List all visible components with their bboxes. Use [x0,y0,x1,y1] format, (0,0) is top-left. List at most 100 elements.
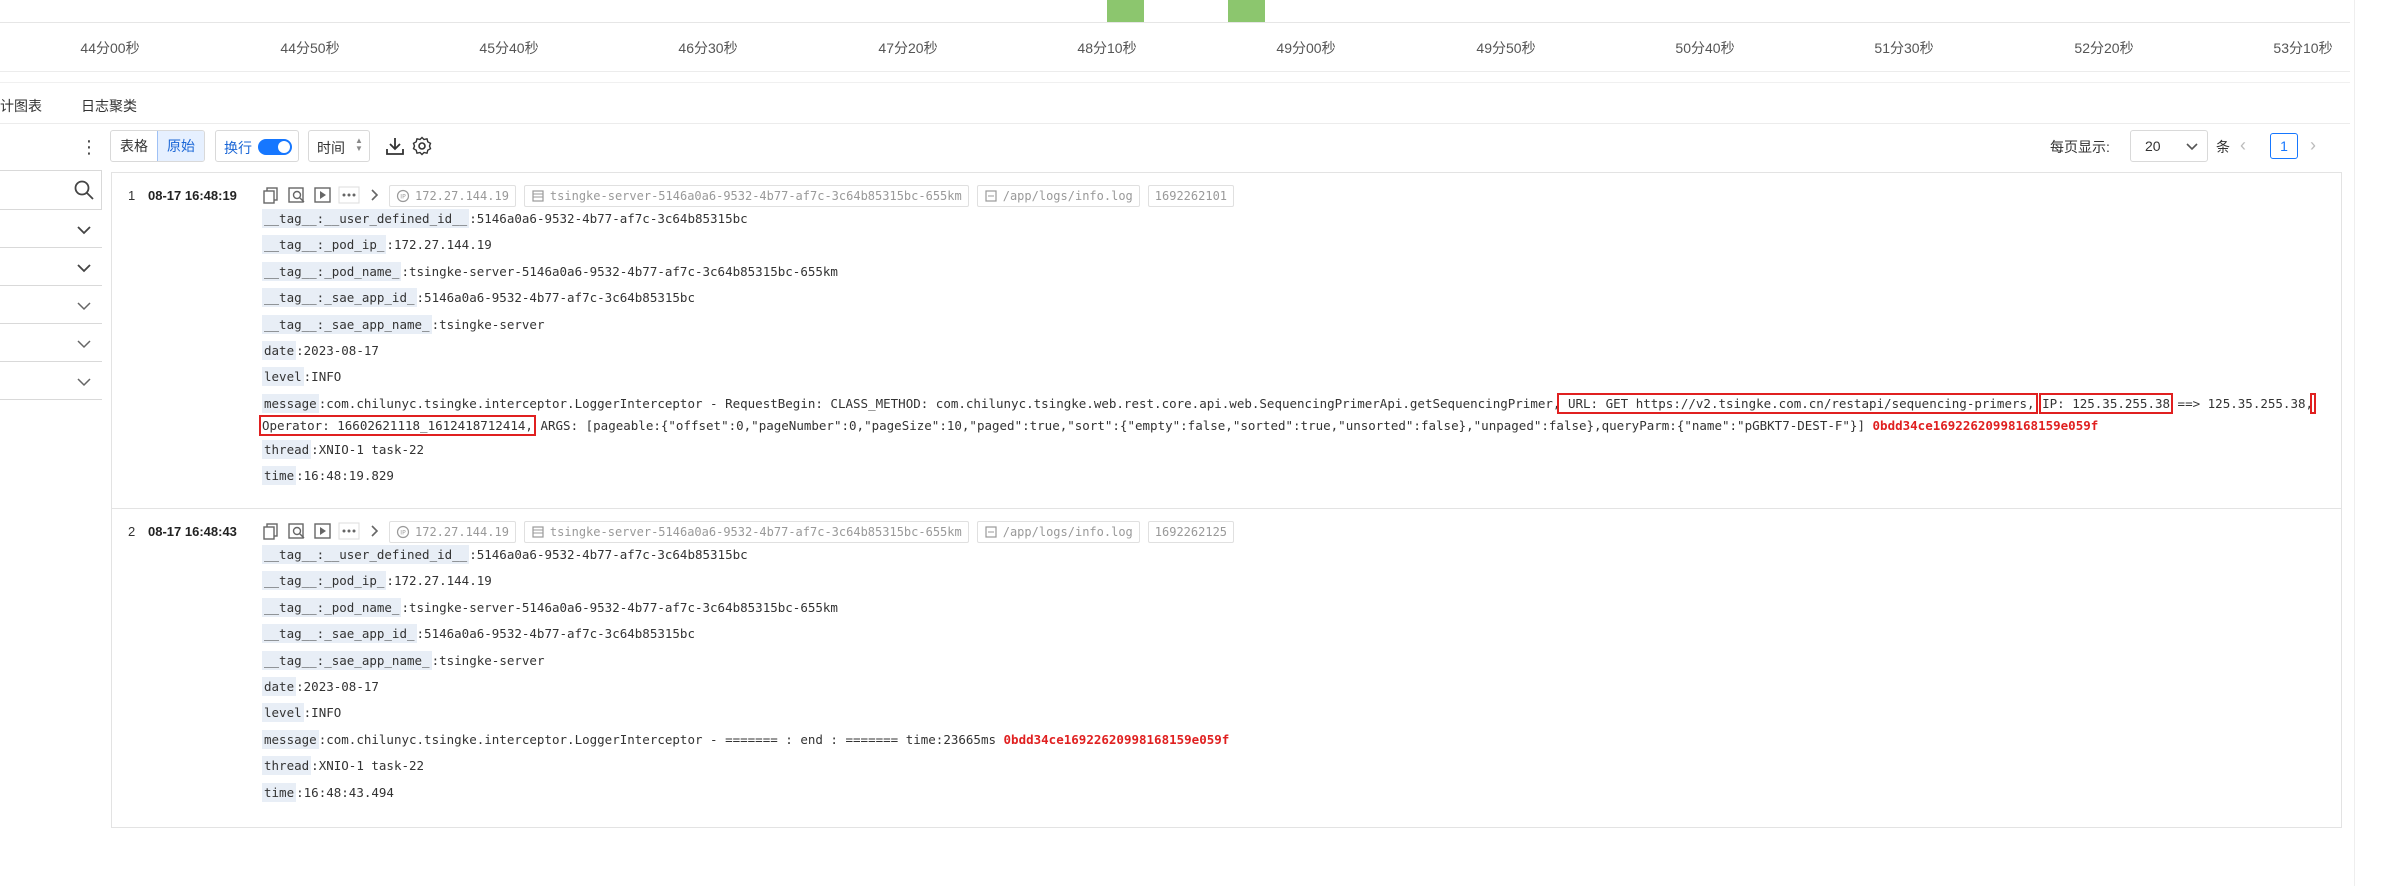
copy-icon[interactable] [260,521,282,541]
highlight-ip[interactable]: IP: 125.35.255.38 [2039,392,2174,414]
field-value[interactable]: 5146a0a6-9532-4b77-af7c-3c64b85315bc [477,211,748,226]
gear-icon[interactable] [411,135,433,157]
expand-icon[interactable] [364,185,386,205]
field-value[interactable]: tsingke-server-5146a0a6-9532-4b77-af7c-3… [409,600,838,615]
field-key[interactable]: level [262,703,304,723]
field-key[interactable]: __tag__:_pod_ip_ [262,235,387,255]
field-value[interactable]: tsingke-server-5146a0a6-9532-4b77-af7c-3… [409,264,838,279]
histogram-bar[interactable] [1107,0,1144,22]
pod-name-chip[interactable]: tsingke-server-5146a0a6-9532-4b77-af7c-3… [523,185,969,207]
view-table-button[interactable]: 表格 [111,131,157,161]
more-horizontal-icon[interactable] [338,521,360,541]
message-field: message:com.chilunyc.tsingke.interceptor… [262,729,1230,749]
field-value[interactable]: INFO [311,705,341,720]
field-key[interactable]: time [262,782,297,802]
highlight-operator[interactable]: Operator: 16602621118_1612418712414, [261,416,534,434]
prev-page-icon[interactable]: ‹ [2240,136,2258,156]
field-value[interactable]: XNIO-1 task-22 [319,758,424,773]
field-row: __tag__:_sae_app_id_:5146a0a6-9532-4b77-… [262,288,695,308]
download-icon[interactable] [384,135,406,157]
next-page-icon[interactable]: › [2310,136,2328,156]
tab-log-cluster[interactable]: 日志聚类 [81,96,137,116]
source-ip-chip[interactable]: IP 172.27.144.19 [389,185,516,207]
play-icon[interactable] [312,521,334,541]
field-value[interactable]: tsingke-server [439,317,544,332]
field-key[interactable]: __tag__:_pod_name_ [262,597,402,617]
field-dropdown[interactable] [0,214,102,248]
field-value[interactable]: 172.27.144.19 [394,573,492,588]
view-raw-button[interactable]: 原始 [157,131,204,161]
chevron-down-icon [2186,143,2198,151]
wrap-toggle[interactable]: 换行 [215,130,299,162]
per-page-select[interactable]: 20 [2130,130,2208,162]
trace-id[interactable]: 0bdd34ce16922620998168159e059f [1004,732,1230,747]
chevron-down-icon [77,264,91,273]
source-ip-chip[interactable]: IP 172.27.144.19 [389,521,516,543]
page-scrollbar[interactable] [2354,0,2390,886]
wrap-switch[interactable] [258,139,292,155]
message-text[interactable]: ==> 125.35.255.38, [2170,396,2313,411]
field-dropdown[interactable] [0,328,102,362]
field-key[interactable]: __tag__:_pod_ip_ [262,571,387,591]
field-key[interactable]: __tag__:_sae_app_id_ [262,288,417,308]
more-horizontal-icon[interactable] [338,185,360,205]
message-text[interactable]: ARGS: [pageable:{"offset":0,"pageNumber"… [533,418,1873,433]
field-value[interactable]: 2023-08-17 [304,679,379,694]
field-key[interactable]: level [262,367,304,387]
trace-id[interactable]: 0bdd34ce16922620998168159e059f [1873,418,2099,433]
field-key[interactable]: thread [262,439,312,459]
field-value[interactable]: 5146a0a6-9532-4b77-af7c-3c64b85315bc [424,626,695,641]
histogram-bar[interactable] [1228,0,1265,22]
log-timestamp: 08-17 16:48:19 [148,188,237,203]
highlight-url[interactable]: URL: GET https://v2.tsingke.com.cn/resta… [1557,392,2038,414]
field-key[interactable]: date [262,340,297,360]
log-path-chip[interactable]: /app/logs/info.log [976,521,1140,543]
field-dropdown[interactable] [0,290,102,324]
field-value[interactable]: INFO [311,369,341,384]
field-key[interactable]: message [262,729,319,749]
svg-text:IP: IP [400,530,406,537]
server-icon [532,190,544,202]
tab-chart[interactable]: 计图表 [0,96,42,116]
epoch-chip[interactable]: 1692262125 [1147,521,1235,543]
field-key[interactable]: __tag__:_sae_app_id_ [262,624,417,644]
context-search-icon[interactable] [286,521,308,541]
more-vertical-icon[interactable]: ⋮ [80,136,98,160]
field-key[interactable]: __tag__:_sae_app_name_ [262,650,432,670]
time-sort-button[interactable]: 时间 ▲ ▼ [308,130,370,162]
epoch-chip[interactable]: 1692262101 [1147,185,1235,207]
current-page-button[interactable]: 1 [2270,133,2298,159]
field-value[interactable]: 2023-08-17 [304,343,379,358]
field-search-input[interactable] [0,170,102,210]
field-key[interactable]: thread [262,756,312,776]
message-text[interactable]: com.chilunyc.tsingke.interceptor.LoggerI… [326,396,1560,411]
context-search-icon[interactable] [286,185,308,205]
field-key[interactable]: __tag__:_sae_app_name_ [262,314,432,334]
field-key[interactable]: __tag__:_pod_name_ [262,261,402,281]
log-timestamp: 08-17 16:48:43 [148,524,237,539]
pod-name-chip[interactable]: tsingke-server-5146a0a6-9532-4b77-af7c-3… [523,521,969,543]
search-icon[interactable] [73,179,95,201]
field-key[interactable]: message [262,393,319,413]
field-dropdown[interactable] [0,366,102,400]
field-value[interactable]: 5146a0a6-9532-4b77-af7c-3c64b85315bc [477,547,748,562]
field-value[interactable]: 16:48:19.829 [304,468,394,483]
copy-icon[interactable] [260,185,282,205]
field-value[interactable]: 16:48:43.494 [304,785,394,800]
field-key[interactable]: date [262,676,297,696]
timeline-tick: 50分40秒 [1675,40,1735,56]
message-text[interactable]: com.chilunyc.tsingke.interceptor.LoggerI… [326,732,1003,747]
histogram-timeline[interactable]: 44分00秒 44分50秒 45分40秒 46分30秒 47分20秒 48分10… [0,0,2350,72]
field-key[interactable]: __tag__:__user_defined_id__ [262,209,470,228]
expand-icon[interactable] [364,521,386,541]
timeline-tick: 48分10秒 [1077,40,1137,56]
field-value[interactable]: 172.27.144.19 [394,237,492,252]
field-value[interactable]: 5146a0a6-9532-4b77-af7c-3c64b85315bc [424,290,695,305]
field-value[interactable]: tsingke-server [439,653,544,668]
field-key[interactable]: time [262,466,297,486]
field-value[interactable]: XNIO-1 task-22 [319,442,424,457]
field-dropdown[interactable] [0,252,102,286]
field-key[interactable]: __tag__:__user_defined_id__ [262,545,470,564]
play-icon[interactable] [312,185,334,205]
log-path-chip[interactable]: /app/logs/info.log [976,185,1140,207]
